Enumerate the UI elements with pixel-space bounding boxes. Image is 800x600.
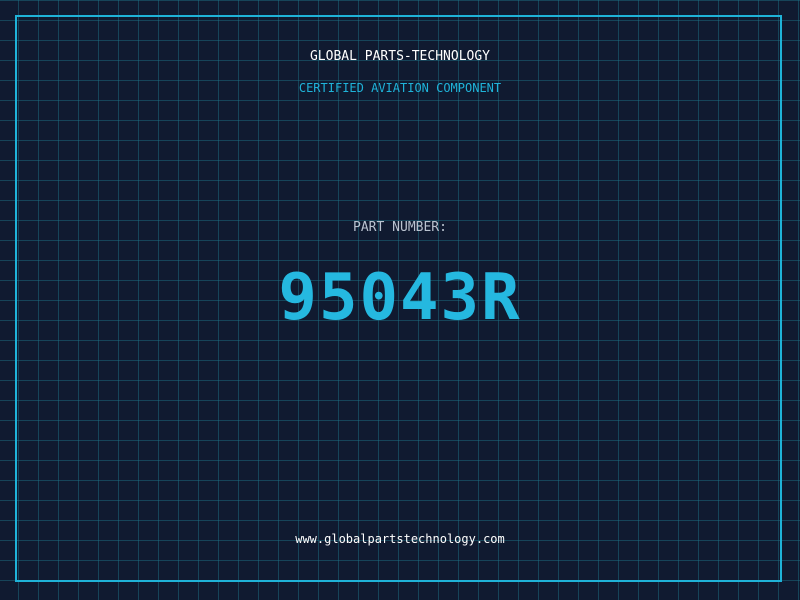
- part-number-label: PART NUMBER:: [353, 220, 447, 235]
- part-number-value: 95043R: [278, 261, 522, 335]
- company-name: GLOBAL PARTS-TECHNOLOGY: [309, 49, 490, 64]
- certification-tagline: CERTIFIED AVIATION COMPONENT: [298, 81, 502, 95]
- website-url: www.globalpartstechnology.com: [295, 532, 505, 546]
